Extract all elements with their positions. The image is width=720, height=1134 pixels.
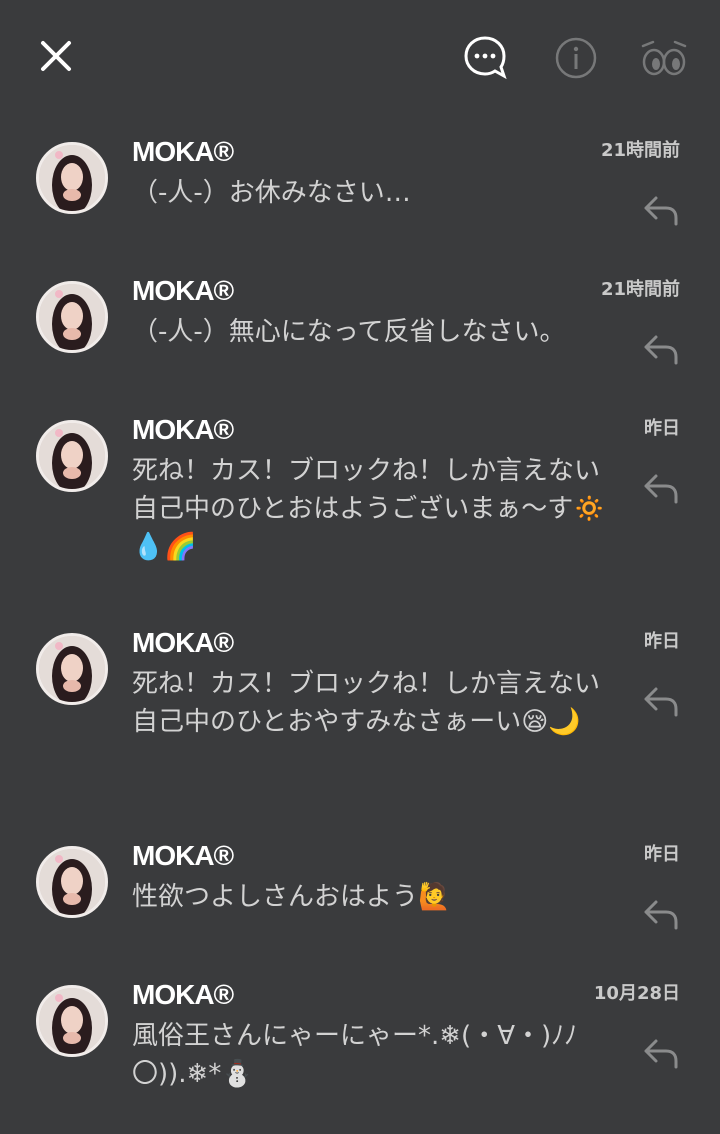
- sender-name: MOKA®: [132, 136, 234, 167]
- close-button[interactable]: [30, 30, 82, 82]
- eyes-button[interactable]: [638, 34, 690, 82]
- timestamp: 10月28日: [593, 983, 680, 1004]
- message-text: （-人-）無心になって反省しなさい。: [132, 317, 566, 347]
- timestamp: 昨日: [644, 844, 680, 865]
- reply-icon[interactable]: [638, 327, 682, 371]
- avatar[interactable]: [36, 281, 108, 353]
- timestamp: 昨日: [644, 418, 680, 439]
- comments-button[interactable]: [460, 32, 510, 82]
- reply-icon[interactable]: [638, 1031, 682, 1075]
- sender-name: MOKA®: [132, 275, 234, 306]
- sender-name: MOKA®: [132, 840, 234, 871]
- close-icon: [41, 41, 71, 71]
- timestamp: 21時間前: [600, 279, 680, 300]
- avatar[interactable]: [36, 142, 108, 214]
- message-text: 性欲つよしさんおはよう🙋: [132, 882, 451, 912]
- message-text: 死ね！カス！ブロックね！しか言えない自己中のひとおはようございまぁ〜す🔅💧🌈: [132, 456, 606, 562]
- sender-name: MOKA®: [132, 414, 234, 445]
- message-text: （-人-）お休みなさい…: [132, 178, 411, 208]
- timestamp: 昨日: [644, 631, 680, 652]
- avatar[interactable]: [36, 420, 108, 492]
- eyes-icon: [641, 40, 687, 76]
- reply-icon[interactable]: [638, 892, 682, 936]
- info-icon: [555, 37, 597, 79]
- sender-name: MOKA®: [132, 979, 234, 1010]
- speech-bubble-ellipsis-icon: [464, 36, 507, 80]
- top-bar: [0, 0, 720, 110]
- sender-name: MOKA®: [132, 627, 234, 658]
- reply-icon[interactable]: [638, 679, 682, 723]
- avatar[interactable]: [36, 985, 108, 1057]
- avatar[interactable]: [36, 846, 108, 918]
- reply-icon[interactable]: [638, 466, 682, 510]
- message-text: 風俗王さんにゃーにゃー*.❄(・∀・)ﾉﾉ〇)).❄*⛄: [132, 1021, 578, 1089]
- info-button[interactable]: [552, 34, 600, 82]
- avatar[interactable]: [36, 633, 108, 705]
- timestamp: 21時間前: [600, 140, 680, 161]
- reply-icon[interactable]: [638, 188, 682, 232]
- message-text: 死ね！カス！ブロックね！しか言えない自己中のひとおやすみなさぁーい😪🌙: [132, 669, 601, 737]
